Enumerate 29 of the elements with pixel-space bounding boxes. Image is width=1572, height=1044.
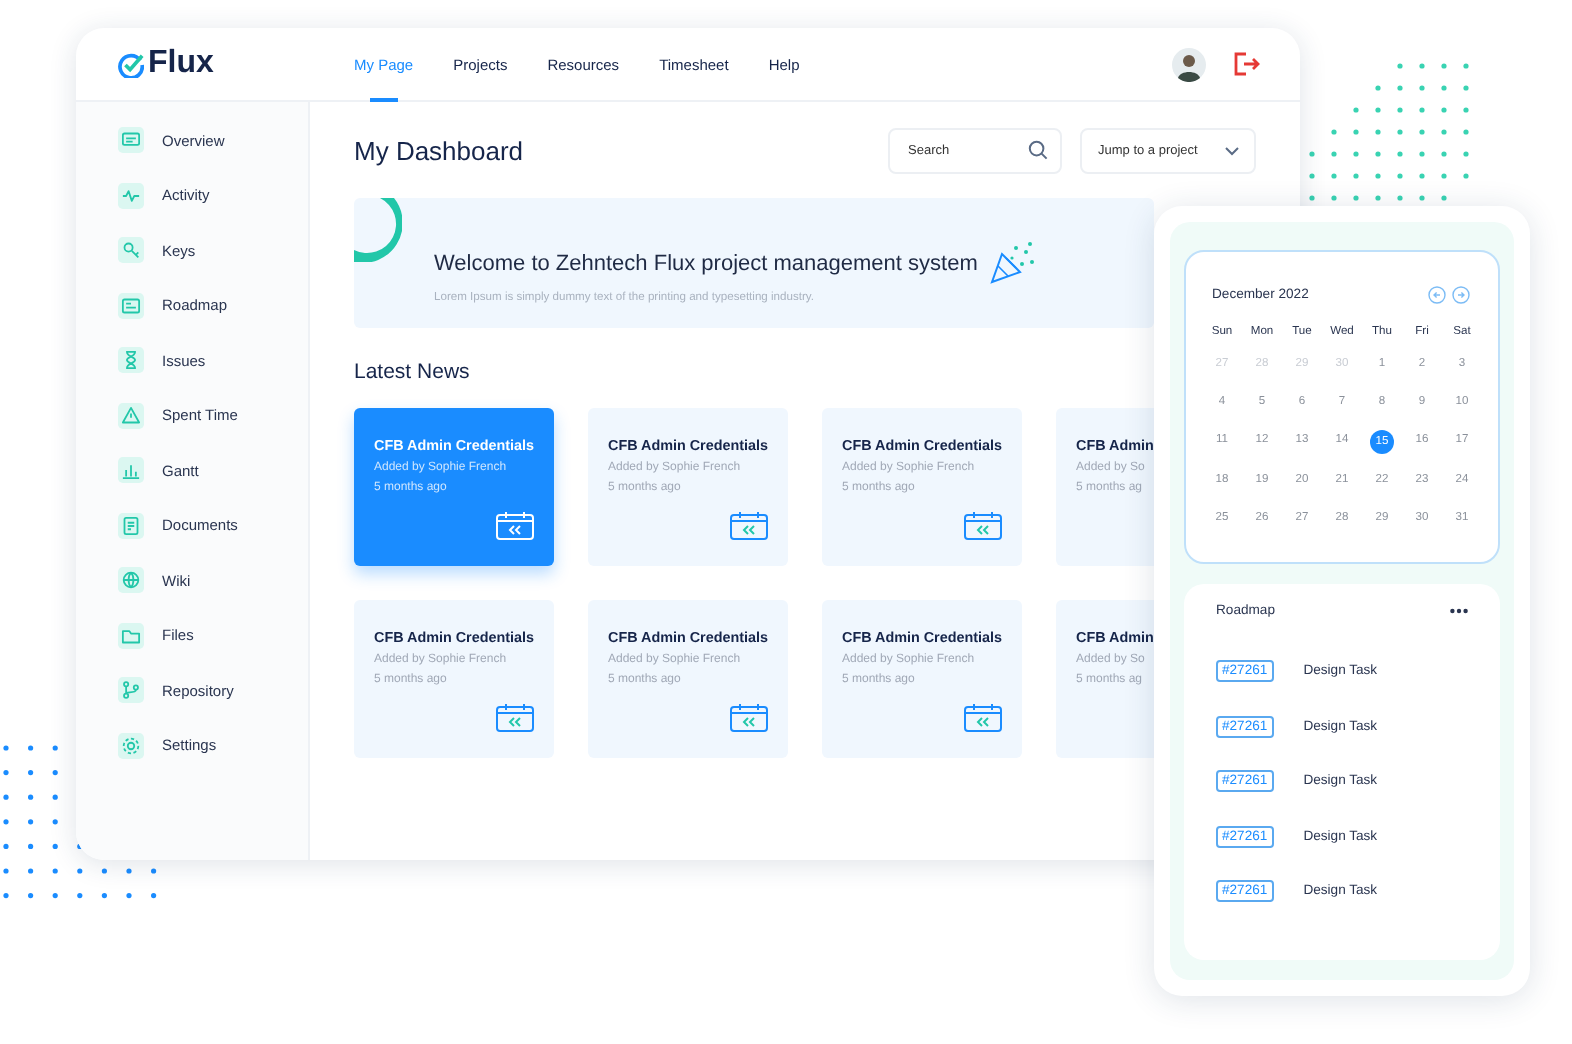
calendar-icon: [496, 702, 534, 732]
section-title: Latest News: [354, 360, 470, 384]
check-circle-icon: [118, 51, 144, 77]
chart-icon: [118, 456, 144, 484]
key-icon: [118, 236, 144, 264]
caret-icon: [1224, 145, 1240, 155]
branch-icon: [118, 676, 144, 704]
banner-title: Welcome to Zehntech Flux project management system: [434, 252, 978, 276]
globe-icon: [118, 566, 144, 594]
page-title: My Dashboard: [354, 135, 524, 165]
warning-icon: [118, 401, 144, 429]
logout-icon[interactable]: [1234, 52, 1260, 76]
calendar-icon: [496, 510, 534, 540]
calendar-icon: [730, 510, 768, 540]
calendar-icon: [964, 702, 1002, 732]
avatar[interactable]: [1172, 47, 1206, 81]
monitor-icon: [118, 126, 144, 154]
arc-decoration: [354, 198, 402, 262]
search-icon[interactable]: [1028, 140, 1048, 160]
calendar-icon: [730, 702, 768, 732]
folder-icon: [118, 621, 144, 649]
logo-text: Flux: [148, 46, 214, 82]
hourglass-icon: [118, 346, 144, 374]
document-icon: [118, 511, 144, 539]
pulse-icon: [118, 181, 144, 209]
board-icon: [118, 291, 144, 319]
party-popper-icon: [985, 240, 1038, 288]
more-icon[interactable]: [1450, 608, 1468, 614]
calendar-icon: [964, 510, 1002, 540]
